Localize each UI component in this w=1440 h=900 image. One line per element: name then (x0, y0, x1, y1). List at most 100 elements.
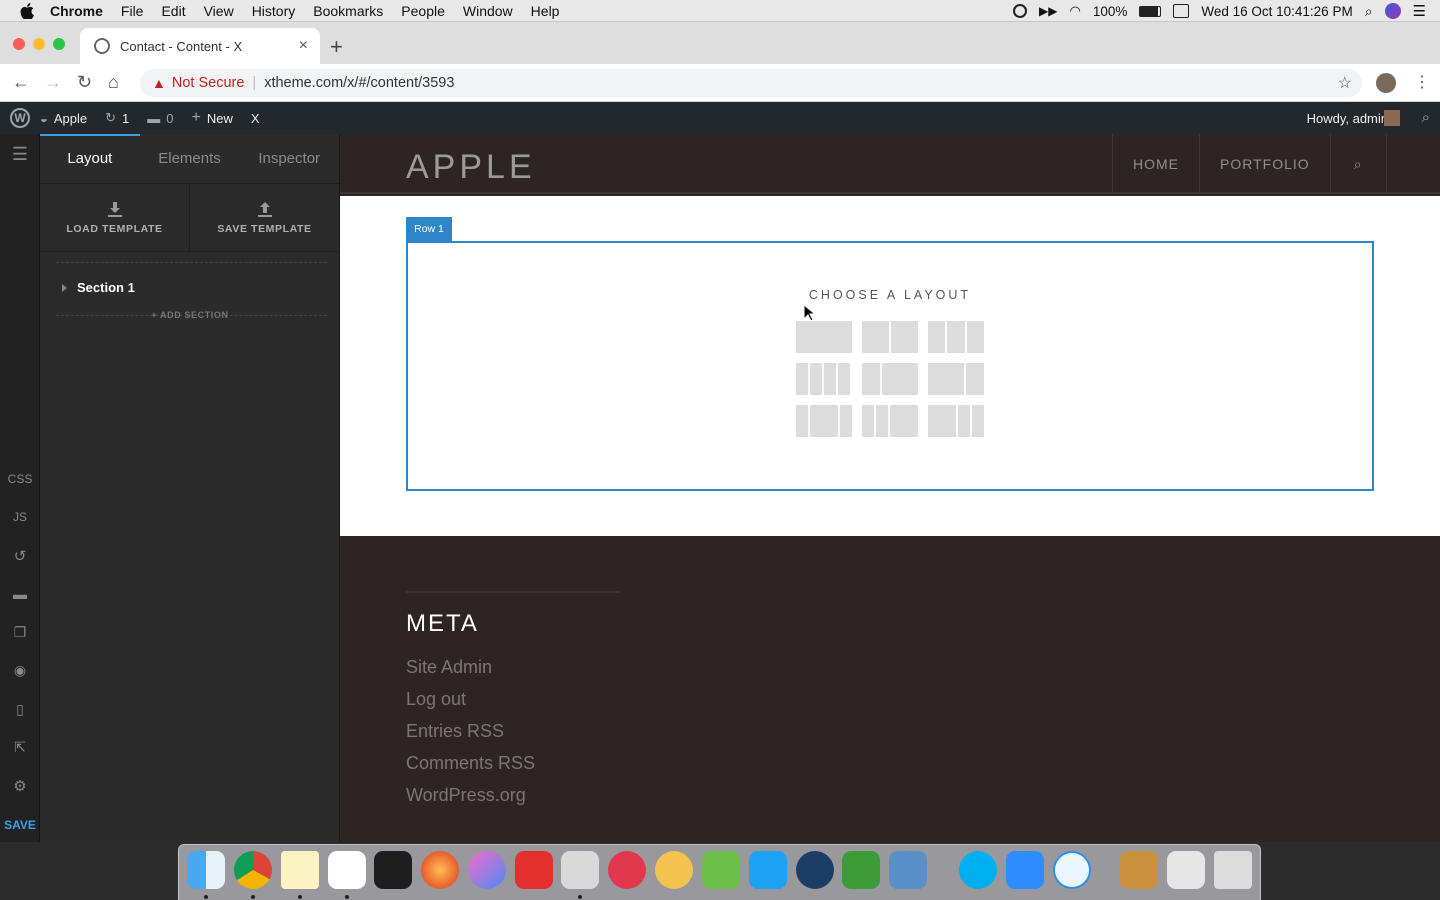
dock-safari-icon[interactable] (1053, 851, 1091, 889)
layout-option-1[interactable] (796, 321, 852, 353)
hamburger-menu-icon[interactable]: ☰ (0, 144, 40, 165)
add-section-button[interactable]: + ADD SECTION (40, 310, 340, 320)
dock-sublime-icon[interactable] (889, 851, 927, 889)
dock-zoom-icon[interactable] (1006, 851, 1044, 889)
address-bar[interactable]: ▲ Not Secure | xtheme.com/x/#/content/35… (140, 69, 1362, 97)
apple-menu-icon[interactable] (20, 2, 36, 19)
layout-option-6[interactable] (928, 363, 984, 395)
dock-slack-icon[interactable] (328, 851, 366, 889)
clock[interactable]: Wed 16 Oct 10:41:26 PM (1201, 4, 1352, 19)
spotlight-icon[interactable]: ⌕ (1365, 3, 1373, 20)
menu-people[interactable]: People (401, 3, 445, 19)
siri-icon[interactable] (1384, 3, 1401, 19)
url-text[interactable]: xtheme.com/x/#/content/3593 (264, 75, 454, 91)
footer-link-site-admin[interactable]: Site Admin (406, 656, 535, 688)
layout-option-7[interactable] (796, 405, 852, 437)
battery-percent[interactable]: 100% (1093, 4, 1128, 19)
dock-airmail-icon[interactable] (608, 851, 646, 889)
minimize-window-button[interactable] (33, 38, 45, 50)
fast-forward-icon[interactable]: ▶▶ (1039, 4, 1057, 18)
js-button[interactable]: JS (0, 510, 40, 524)
forward-icon[interactable]: → (44, 72, 62, 93)
layout-option-3[interactable] (928, 321, 984, 353)
tab-elements[interactable]: Elements (140, 134, 240, 183)
footer-link-comments-rss[interactable]: Comments RSS (406, 752, 535, 784)
back-icon[interactable]: ← (12, 72, 30, 93)
battery-icon[interactable] (1139, 5, 1162, 17)
dock-coda-icon[interactable] (842, 851, 880, 889)
tab-layout[interactable]: Layout (40, 134, 140, 183)
admin-search-icon[interactable]: ⌕ (1422, 109, 1430, 126)
dock-twitter-icon[interactable] (749, 851, 787, 889)
menu-view[interactable]: View (204, 3, 234, 19)
dock-atom-icon[interactable] (655, 851, 693, 889)
zoom-window-button[interactable] (53, 38, 65, 50)
layout-option-5[interactable] (862, 363, 918, 395)
layout-option-9[interactable] (928, 405, 984, 437)
dock-skype-icon[interactable] (959, 851, 997, 889)
profile-avatar[interactable] (1376, 73, 1396, 93)
menu-edit[interactable]: Edit (161, 3, 185, 19)
howdy-user[interactable]: Howdy, admin (1307, 111, 1388, 126)
expand-triangle-icon[interactable] (62, 283, 67, 292)
new-tab-button[interactable]: + (330, 34, 343, 60)
dock-terminal-icon[interactable] (374, 851, 412, 889)
load-template-button[interactable]: LOAD TEMPLATE (40, 184, 190, 251)
dock-xmind-icon[interactable] (515, 851, 553, 889)
save-button[interactable]: SAVE (0, 818, 40, 832)
reload-icon[interactable]: ↻ (77, 72, 92, 93)
updates-link[interactable]: ↻ 1 (105, 110, 129, 126)
dock-archive-icon[interactable] (1120, 851, 1158, 889)
dock-trash-icon[interactable] (1214, 851, 1252, 889)
wifi-icon[interactable]: ◠ (1069, 3, 1080, 19)
row-label[interactable]: Row 1 (406, 217, 452, 241)
close-window-button[interactable] (13, 38, 25, 50)
menu-file[interactable]: File (121, 3, 144, 19)
footer-link-log-out[interactable]: Log out (406, 688, 535, 720)
external-link-icon[interactable]: ⇱ (0, 739, 40, 756)
wordpress-logo-icon[interactable]: W (10, 108, 30, 128)
row-container[interactable]: CHOOSE A LAYOUT (406, 241, 1374, 491)
dock-quicktime-icon[interactable] (796, 851, 834, 889)
browser-tab-active[interactable]: Contact - Content - X × (80, 28, 320, 64)
history-icon[interactable]: ↺ (0, 547, 40, 565)
pages-icon[interactable]: ❐ (0, 624, 40, 641)
x-theme-link[interactable]: X (251, 111, 260, 126)
notification-center-icon[interactable]: ☰ (1413, 2, 1426, 20)
menu-help[interactable]: Help (531, 3, 560, 19)
gear-icon[interactable]: ⚙ (0, 777, 40, 795)
dock-feedly-icon[interactable] (702, 851, 740, 889)
dock-sequel-pro-icon[interactable] (561, 851, 599, 889)
nav-portfolio[interactable]: PORTFOLIO (1200, 134, 1331, 194)
dock-chrome-apps-icon[interactable] (1167, 851, 1205, 889)
chrome-menu-icon[interactable]: ⋮ (1414, 72, 1430, 92)
preview-icon[interactable]: ◉ (0, 662, 40, 679)
menu-history[interactable]: History (252, 3, 296, 19)
site-logo[interactable]: APPLE (406, 148, 536, 187)
css-button[interactable]: CSS (0, 472, 40, 486)
bookmark-star-icon[interactable]: ☆ (1338, 73, 1352, 93)
new-content-link[interactable]: + New (191, 109, 232, 127)
nav-search-icon[interactable]: ⌕ (1331, 134, 1387, 194)
record-icon[interactable] (1013, 4, 1028, 18)
nav-home[interactable]: HOME (1113, 134, 1200, 194)
footer-link-entries-rss[interactable]: Entries RSS (406, 720, 535, 752)
layout-option-2[interactable] (862, 321, 918, 353)
settings-panel-icon[interactable]: ▬ (0, 586, 40, 602)
warning-icon[interactable]: ▲ (152, 75, 166, 91)
dock-itunes-icon[interactable] (468, 851, 506, 889)
user-avatar[interactable] (1384, 110, 1400, 126)
dock-finder-icon[interactable] (187, 851, 225, 889)
layout-option-8[interactable] (862, 405, 918, 437)
dock-chrome-icon[interactable] (234, 851, 272, 889)
tab-inspector[interactable]: Inspector (239, 134, 339, 183)
menu-app-name[interactable]: Chrome (50, 3, 103, 19)
save-template-button[interactable]: SAVE TEMPLATE (190, 184, 339, 251)
input-source-icon[interactable] (1173, 4, 1190, 18)
comments-link[interactable]: ▬ 0 (147, 111, 173, 126)
tab-close-icon[interactable]: × (299, 37, 308, 55)
not-secure-label[interactable]: Not Secure (172, 75, 245, 91)
menu-window[interactable]: Window (463, 3, 513, 19)
dock-firefox-icon[interactable] (421, 851, 459, 889)
footer-link-wordpress-org[interactable]: WordPress.org (406, 784, 535, 816)
